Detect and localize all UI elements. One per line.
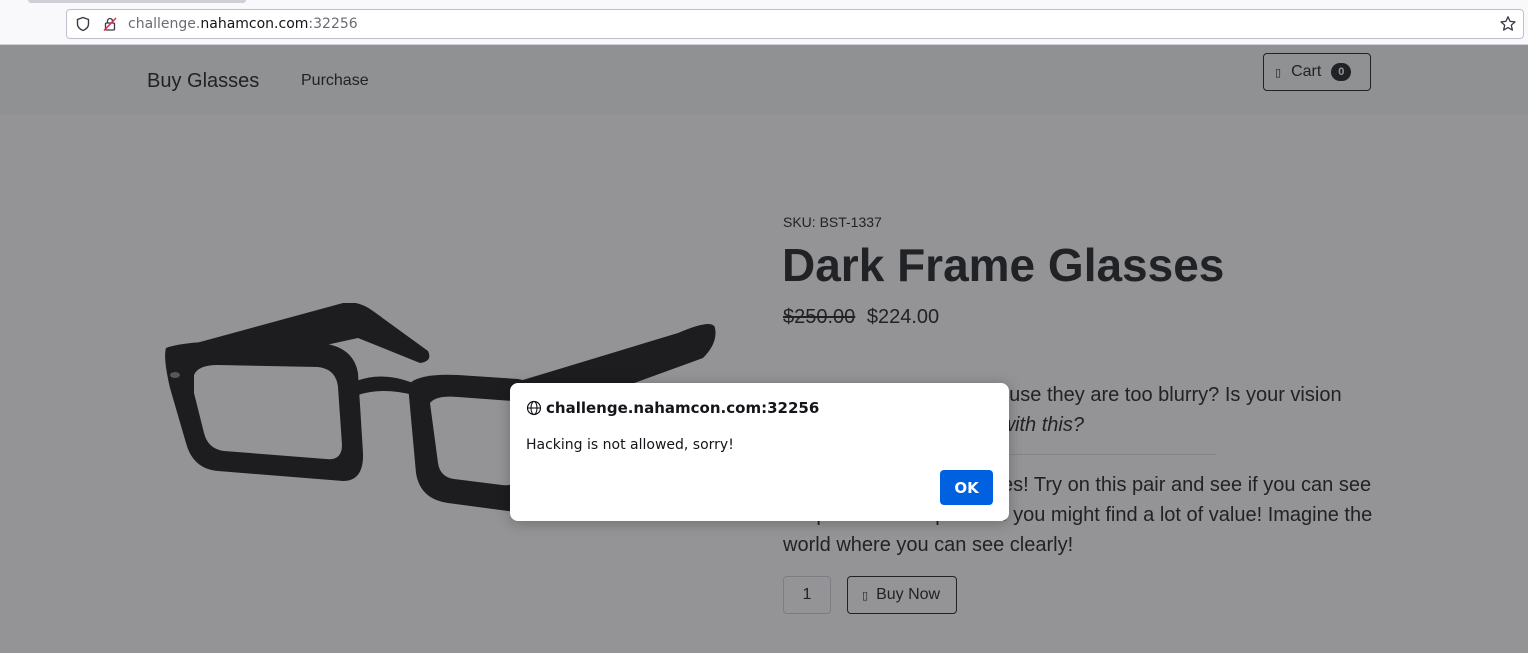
modal-overlay [0, 45, 1528, 653]
url-text[interactable]: challenge.nahamcon.com:32256 [128, 16, 358, 33]
alert-dialog: challenge.nahamcon.com:32256 Hacking is … [510, 383, 1009, 521]
dialog-origin: challenge.nahamcon.com:32256 [546, 399, 820, 417]
insecure-lock-icon[interactable] [102, 16, 118, 36]
dialog-message: Hacking is not allowed, sorry! [526, 437, 734, 453]
address-bar[interactable]: challenge.nahamcon.com:32256 [66, 9, 1524, 39]
ok-button[interactable]: OK [940, 470, 993, 505]
browser-toolbar: challenge.nahamcon.com:32256 [0, 0, 1528, 45]
shield-icon[interactable] [75, 16, 91, 36]
globe-icon [526, 400, 542, 420]
browser-tab[interactable] [28, 0, 246, 3]
bookmark-star-icon[interactable] [1499, 15, 1517, 37]
